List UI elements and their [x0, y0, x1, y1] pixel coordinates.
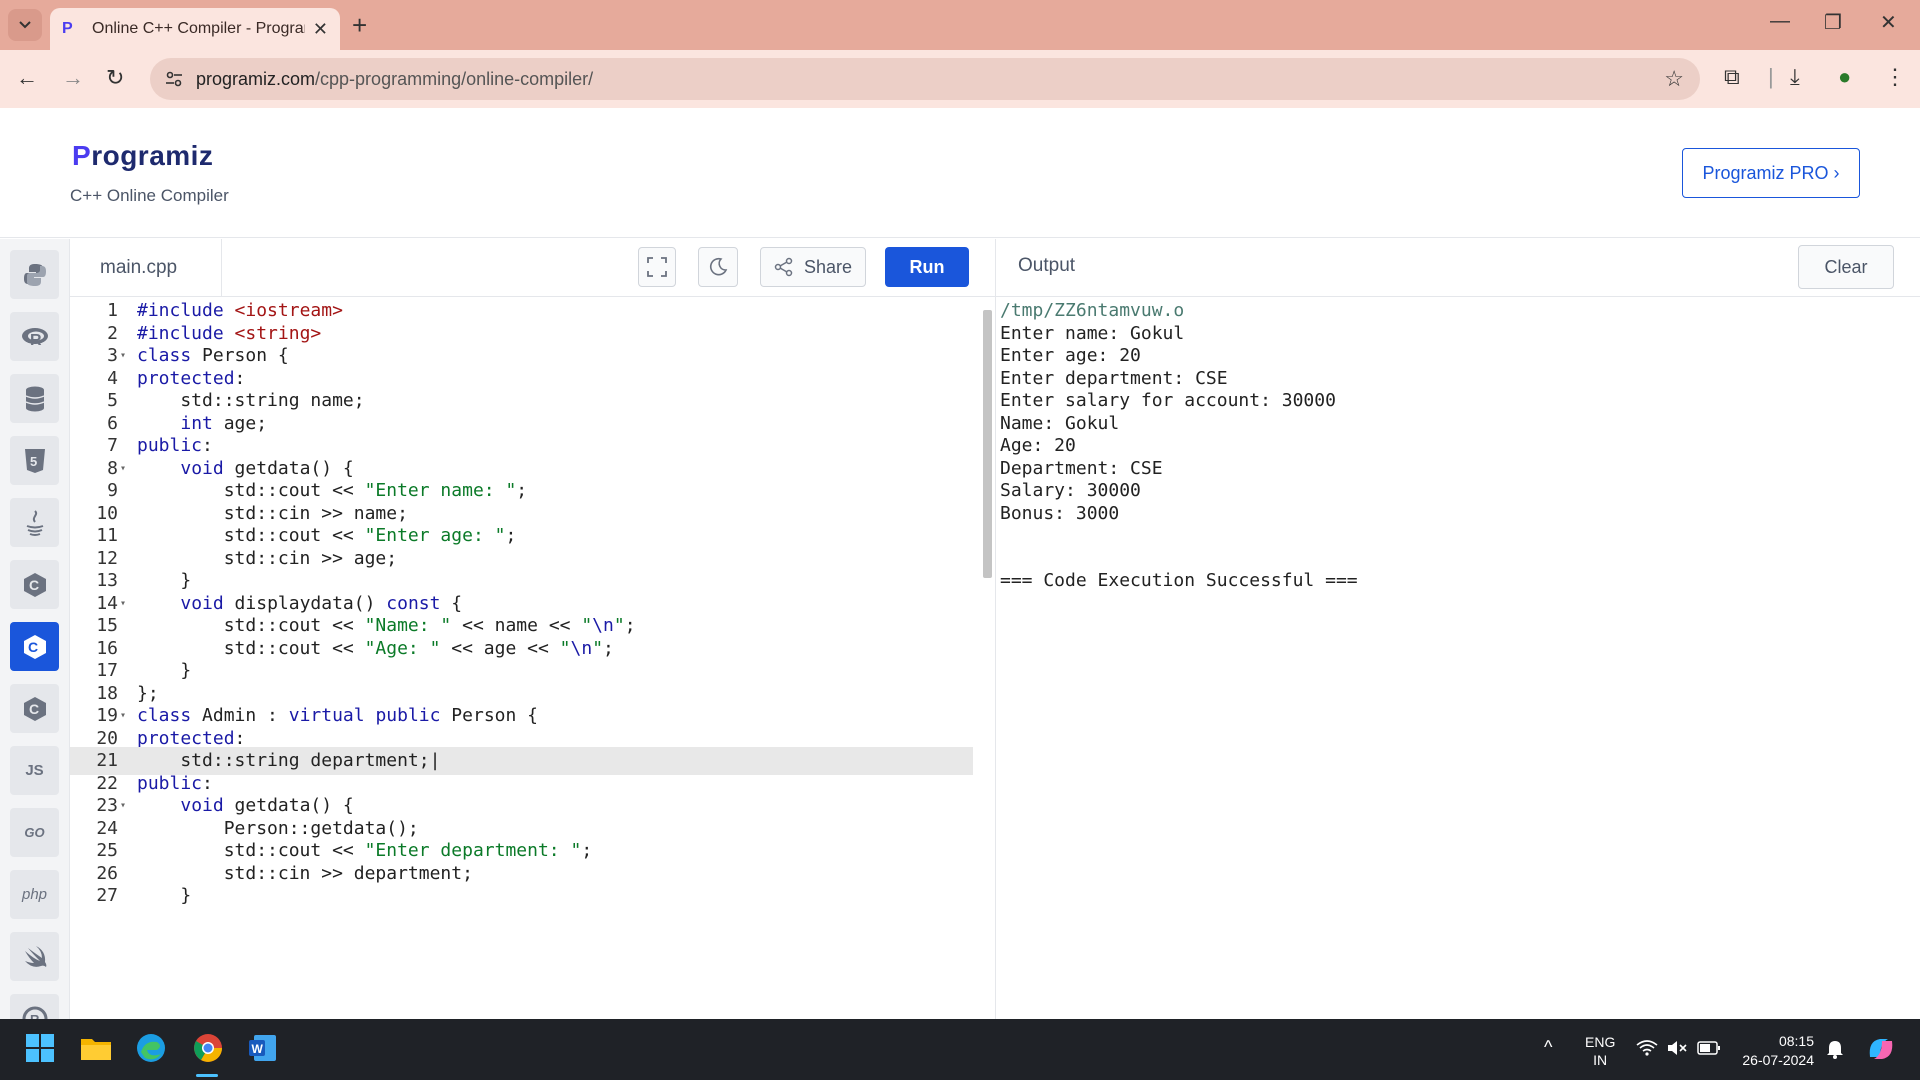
code-line[interactable]: 27 } [70, 882, 973, 910]
svg-text:W: W [252, 1042, 264, 1056]
active-app-indicator [196, 1074, 218, 1077]
wifi-icon[interactable] [1636, 1039, 1658, 1057]
rust-icon[interactable]: R [10, 994, 59, 1019]
output-title: Output [1018, 255, 1076, 276]
tab-list-button[interactable] [8, 9, 42, 41]
svg-text:R: R [30, 332, 42, 349]
output-line: Bonus: 3000 [1000, 502, 1120, 524]
svg-text:5: 5 [30, 454, 37, 469]
close-tab-icon[interactable]: ✕ [313, 19, 328, 40]
output-console[interactable]: /tmp/ZZ6ntamvuw.o Enter name: Gokul Enter … [1000, 297, 1900, 997]
chrome-browser-icon[interactable] [190, 1030, 226, 1066]
moon-icon [710, 257, 728, 276]
url-text: programiz.com/cpp-programming/online-com… [196, 69, 593, 90]
svg-text:C: C [28, 639, 38, 655]
sql-database-icon[interactable] [10, 374, 59, 423]
pane-divider[interactable] [995, 239, 996, 1019]
programiz-favicon-icon: P [62, 20, 73, 37]
java-icon[interactable] [10, 498, 59, 547]
r-lang-icon[interactable]: R [10, 312, 59, 361]
reload-icon[interactable]: ↻ [106, 66, 124, 90]
lang-top: ENG [1585, 1034, 1616, 1050]
share-label: Share [803, 256, 853, 277]
programiz-pro-button[interactable]: Programiz PRO › [1682, 148, 1860, 198]
bookmark-star-icon[interactable]: ☆ [1664, 66, 1684, 92]
fullscreen-button[interactable] [638, 247, 676, 287]
output-line: === Code Execution Successful === [1000, 570, 1358, 591]
svg-text:R: R [30, 1012, 40, 1020]
csharp-lang-icon[interactable]: C [10, 684, 59, 733]
battery-icon[interactable] [1697, 1040, 1721, 1056]
address-bar[interactable]: programiz.com/cpp-programming/online-com… [150, 58, 1700, 100]
windows-start-icon[interactable] [22, 1030, 58, 1066]
language-sidebar: R 5 C C C JS GO php R [0, 239, 70, 1019]
line-number: 27 [96, 885, 118, 906]
programiz-logo[interactable]: Programiz [72, 140, 213, 172]
javascript-icon[interactable]: JS [10, 746, 59, 795]
svg-text:C: C [29, 577, 39, 593]
svg-text:C: C [29, 701, 39, 717]
cpp-lang-icon[interactable]: C [10, 622, 59, 671]
browser-tab-bar: P Online C++ Compiler - Program ✕ + — ❐ … [0, 0, 1920, 50]
notification-bell-icon[interactable] [1826, 1039, 1844, 1059]
windows-taskbar: W ^ ENG IN 08:15 26-07-2024 [0, 1019, 1920, 1080]
back-icon[interactable]: ← [16, 66, 38, 90]
download-icon[interactable]: ⤓ [1790, 64, 1800, 90]
url-domain: programiz.com [196, 68, 316, 89]
php-icon[interactable]: php [10, 870, 59, 919]
code-text: } [137, 885, 192, 906]
word-icon[interactable]: W [245, 1030, 281, 1066]
go-lang-icon[interactable]: GO [10, 808, 59, 857]
clock-time: 08:15 [1778, 1033, 1814, 1049]
page-header: Programiz C++ Online Compiler Programiz … [0, 108, 1920, 238]
restore-icon[interactable]: ❐ [1824, 10, 1842, 35]
clock-date: 26-07-2024 [1742, 1052, 1814, 1068]
tray-overflow-icon[interactable]: ^ [1544, 1037, 1552, 1058]
extensions-icon[interactable]: ⧉ [1724, 64, 1740, 90]
editor-toolbar: main.cpp Share Run [70, 239, 995, 297]
clock[interactable]: 08:15 26-07-2024 [1736, 1032, 1814, 1070]
copilot-icon[interactable] [1866, 1035, 1896, 1063]
code-editor[interactable]: 1 #include <iostream> 2 #include <string> 3 ▾… [70, 297, 995, 1019]
swift-icon[interactable] [10, 932, 59, 981]
profile-avatar-icon[interactable]: ● [1838, 64, 1851, 90]
logo-p: P [72, 140, 92, 171]
window-close-icon[interactable]: ✕ [1880, 10, 1897, 35]
output-header: Output Clear [996, 239, 1920, 297]
fullscreen-icon [647, 257, 667, 277]
logo-text: rogramiz [91, 140, 214, 171]
minimize-icon[interactable]: — [1770, 10, 1790, 33]
browser-tab[interactable]: P Online C++ Compiler - Program ✕ [50, 8, 340, 50]
c-lang-icon[interactable]: C [10, 560, 59, 609]
share-button[interactable]: Share [760, 247, 866, 287]
lang-bottom: IN [1593, 1052, 1608, 1068]
file-tab-main-cpp[interactable]: main.cpp [70, 239, 222, 297]
share-icon [774, 257, 793, 277]
clear-button[interactable]: Clear [1798, 245, 1894, 289]
python-icon[interactable] [10, 250, 59, 299]
editor-scrollbar[interactable] [983, 310, 992, 578]
dark-mode-button[interactable] [698, 247, 738, 287]
url-path: /cpp-programming/online-compiler/ [315, 68, 594, 89]
menu-kebab-icon[interactable]: ⋮ [1884, 64, 1906, 90]
file-explorer-icon[interactable] [78, 1030, 114, 1066]
volume-muted-icon[interactable] [1666, 1039, 1688, 1057]
language-indicator[interactable]: ENG IN [1585, 1033, 1615, 1069]
chevron-down-icon [19, 21, 31, 29]
toolbar-divider: | [1768, 64, 1774, 89]
html-icon[interactable]: 5 [10, 436, 59, 485]
page-subtitle: C++ Online Compiler [70, 186, 229, 205]
run-button[interactable]: Run [885, 247, 969, 287]
edge-browser-icon[interactable] [133, 1030, 169, 1066]
new-tab-icon[interactable]: + [352, 12, 367, 38]
tab-title: Online C++ Compiler - Program [92, 20, 305, 37]
browser-toolbar: ← → ↻ programiz.com/cpp-programming/onli… [0, 50, 1920, 108]
forward-icon[interactable]: → [62, 66, 84, 90]
site-settings-icon[interactable] [164, 69, 184, 89]
